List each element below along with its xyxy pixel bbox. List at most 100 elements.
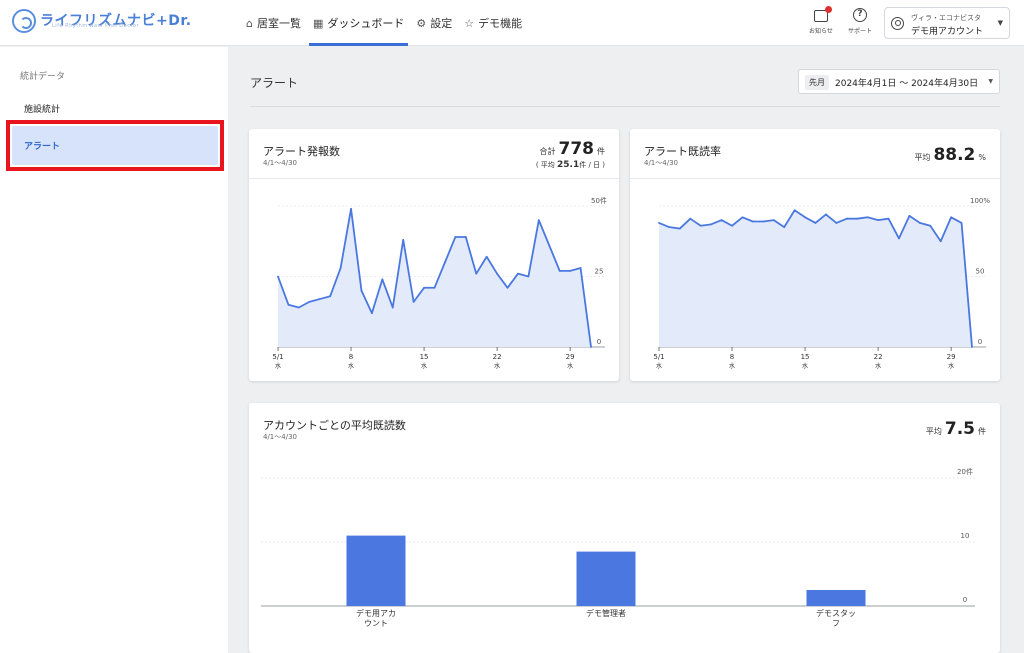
data-point (464, 236, 467, 238)
notifications-button[interactable]: お知らせ (806, 6, 836, 35)
account-facility: ヴィラ・エコナビスタ (911, 14, 981, 22)
data-point (971, 346, 973, 348)
data-point (814, 222, 817, 224)
caret-down-icon: ▼ (988, 78, 993, 85)
nav-label: 居室一覧 (256, 17, 301, 30)
x-tick-label: 5/1 (272, 353, 283, 361)
y-tick-label: 50件 (591, 196, 607, 205)
data-point (318, 298, 321, 300)
data-point (741, 216, 744, 219)
account-icon (891, 17, 904, 30)
nav-item-dashboard[interactable]: ▦ ダッシュボード (308, 0, 409, 46)
data-point (908, 214, 911, 217)
y-tick-label: 20件 (957, 467, 973, 476)
data-point (898, 237, 900, 240)
data-point (339, 267, 342, 269)
data-point (350, 207, 352, 210)
nav-item-settings[interactable]: ⚙ 設定 (412, 0, 456, 46)
data-point (877, 219, 879, 221)
x-category-label: デモ管理者 (586, 608, 626, 618)
bar (346, 535, 406, 606)
x-tick-label: 5/1 (653, 353, 664, 361)
data-point (658, 222, 660, 224)
date-range-select[interactable]: 先月 2024年4月1日 〜 2024年4月30日 ▼ (798, 69, 1000, 94)
x-tick-day-label: 水 (275, 362, 281, 370)
data-point (699, 224, 702, 227)
unread-dot (825, 6, 832, 13)
x-tick-label: 29 (566, 353, 575, 361)
y-tick-label: 0 (597, 338, 601, 346)
logo-subtitle: Life Rhythm Navi Plus Doctor (52, 23, 140, 29)
account-name: デモ用アカウント (911, 27, 984, 37)
x-tick-label: 22 (874, 353, 883, 361)
app-header: ライフリズムナビ+Dr. Life Rhythm Navi Plus Docto… (0, 0, 1024, 46)
data-point (678, 227, 681, 230)
data-point (402, 238, 405, 241)
series-area (659, 210, 972, 347)
x-tick-day-label: 水 (348, 362, 354, 370)
data-point (825, 213, 827, 216)
data-point (856, 217, 859, 220)
nav-label: ダッシュボード (327, 17, 405, 30)
data-point (558, 269, 561, 272)
data-point (668, 226, 671, 229)
data-point (720, 219, 723, 221)
data-point (485, 255, 488, 258)
data-point (731, 224, 733, 227)
x-tick-day-label: 水 (875, 362, 881, 370)
home-icon: ⌂ (246, 16, 253, 30)
data-point (391, 306, 394, 309)
x-tick-day-label: 水 (948, 362, 954, 370)
data-point (496, 272, 498, 275)
app-logo[interactable]: ライフリズムナビ+Dr. (12, 9, 192, 33)
data-point (475, 272, 478, 275)
data-point (835, 222, 838, 224)
bar (576, 551, 636, 606)
data-point (939, 240, 942, 243)
sidebar: 統計データ 施設統計 アラート (0, 47, 228, 653)
data-point (537, 219, 540, 221)
page-title: アラート (250, 76, 299, 90)
sidebar-item-alerts[interactable]: アラート (12, 126, 218, 165)
gear-icon: ⚙ (416, 16, 427, 30)
y-tick-label: 0 (963, 596, 967, 604)
support-label: サポート (847, 28, 872, 35)
data-point (423, 286, 425, 289)
data-point (371, 312, 373, 315)
data-point (329, 295, 332, 298)
y-tick-label: 100% (970, 197, 990, 205)
x-category-label: デモ用アカ (356, 608, 396, 618)
support-button[interactable]: ? サポート (844, 8, 876, 35)
data-point (527, 275, 530, 278)
data-point (297, 306, 300, 309)
data-point (804, 216, 806, 219)
data-point (277, 275, 279, 278)
data-point (866, 216, 869, 219)
data-point (950, 216, 953, 219)
data-point (918, 222, 921, 224)
bar (806, 590, 866, 606)
x-tick-label: 22 (493, 353, 502, 361)
main-nav: ⌂ 居室一覧 ▦ ダッシュボード ⚙ 設定 ☆ デモ機能 (242, 0, 530, 46)
data-point (710, 223, 713, 226)
data-point (960, 222, 963, 224)
read-rate-card: アラート既読率 4/1〜4/30 平均 88.2 % 0 50 100% 5/1 水 8 水… (630, 129, 1000, 381)
data-point (308, 300, 311, 303)
x-tick-day-label: 水 (567, 362, 573, 370)
nav-item-rooms[interactable]: ⌂ 居室一覧 (242, 0, 305, 46)
x-tick-label: 15 (420, 353, 429, 361)
x-tick-day-label: 水 (494, 362, 500, 370)
nav-item-demo[interactable]: ☆ デモ機能 (460, 0, 526, 46)
sidebar-item-facility-stats[interactable]: 施設統計 (24, 102, 60, 115)
caret-down-icon: ▼ (997, 19, 1003, 27)
data-point (579, 267, 582, 269)
date-range-text: 2024年4月1日 〜 2024年4月30日 (835, 79, 979, 89)
x-category-label: デモスタッ (816, 608, 856, 618)
data-point (287, 303, 290, 306)
data-point (845, 217, 848, 220)
notifications-label: お知らせ (809, 28, 833, 35)
x-category-label: フ (832, 619, 840, 628)
x-tick-label: 15 (801, 353, 810, 361)
data-point (762, 220, 765, 223)
account-menu[interactable]: ヴィラ・エコナビスタ デモ用アカウント ▼ (884, 7, 1010, 39)
